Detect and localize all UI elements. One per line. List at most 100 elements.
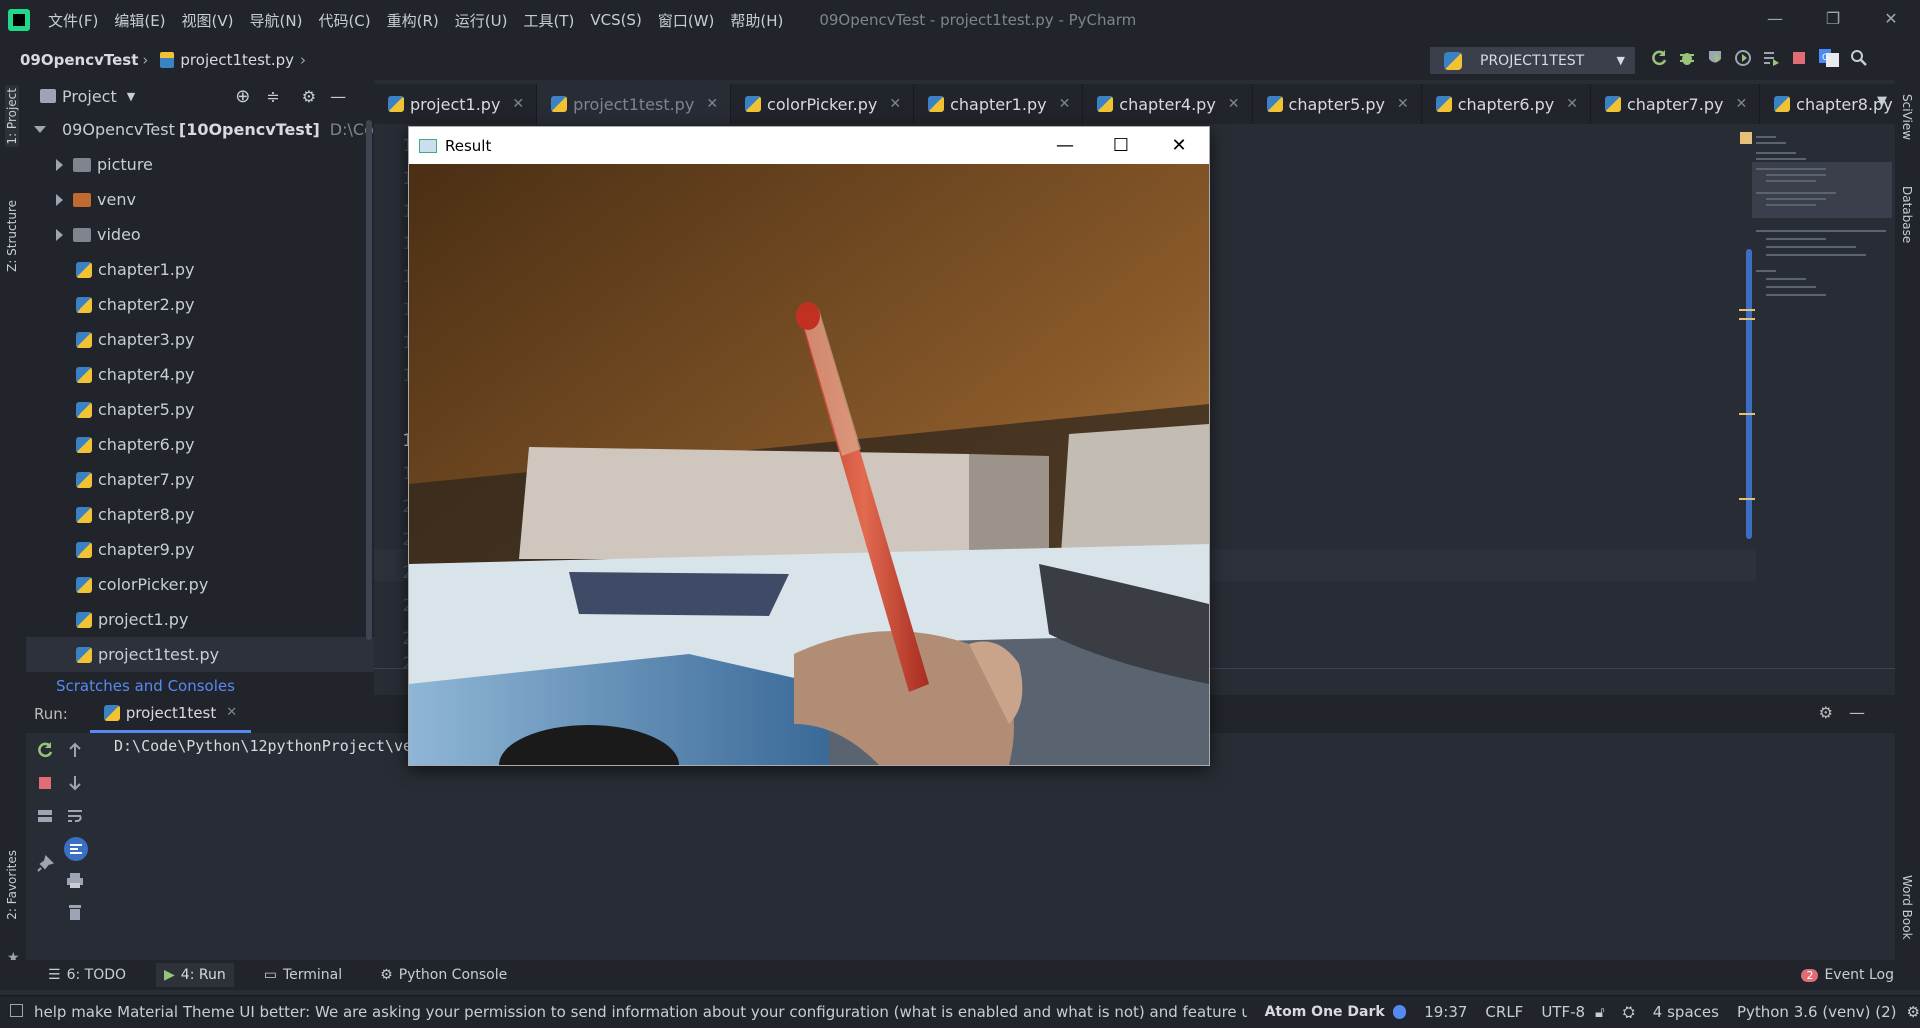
result-minimize-button[interactable]: — [1037, 127, 1093, 164]
run-bottom-tab[interactable]: ▶ 4: Run [156, 963, 234, 987]
menu-vcs[interactable]: VCS(S) [582, 11, 649, 29]
breadcrumb-file[interactable]: project1test.py [152, 51, 294, 69]
favorites-tool-tab[interactable]: 2: Favorites [5, 850, 19, 920]
menu-run[interactable]: 运行(U) [447, 10, 516, 31]
collapse-all-icon[interactable]: ≑ [266, 87, 279, 106]
restore-button[interactable]: ❐ [1804, 0, 1862, 40]
lock-icon[interactable]: 🔓︎ [1595, 1003, 1605, 1021]
soft-wrap-icon[interactable] [66, 807, 84, 825]
wordbook-tool-tab[interactable]: Word Book [1900, 875, 1914, 940]
result-window-titlebar[interactable]: Result — ☐ ✕ [409, 127, 1209, 164]
todo-tab[interactable]: ☰ 6: TODO [40, 963, 134, 987]
status-message[interactable]: help make Material Theme UI better: We a… [34, 1003, 1247, 1021]
code-minimap[interactable] [1752, 130, 1892, 300]
breadcrumb-project[interactable]: 09OpencvTest [20, 51, 138, 69]
rerun-icon[interactable] [1650, 49, 1668, 67]
structure-tool-tab[interactable]: Z: Structure [5, 200, 19, 272]
close-tab-icon[interactable]: ✕ [1566, 96, 1578, 112]
tree-file[interactable]: chapter1.py [26, 252, 374, 287]
profile-icon[interactable] [1734, 49, 1752, 67]
chevron-down-icon[interactable]: ▼ [127, 90, 135, 103]
pin-icon[interactable] [36, 855, 54, 873]
menu-navigate[interactable]: 导航(N) [242, 10, 311, 31]
run-configuration-select[interactable]: PROJECT1TEST ▼ [1430, 47, 1635, 74]
expand-arrow-icon[interactable] [34, 126, 46, 133]
close-tab-icon[interactable]: ✕ [512, 96, 524, 112]
run-tab-project1test[interactable]: project1test ✕ [89, 695, 252, 733]
caret-position[interactable]: 19:37 [1424, 1003, 1467, 1021]
tab-chapter7[interactable]: chapter7.py ✕ [1591, 84, 1761, 124]
project-scrollbar[interactable] [366, 120, 372, 640]
build-icon[interactable] [1762, 49, 1780, 67]
warning-marker-icon[interactable] [1740, 132, 1752, 144]
tree-root[interactable]: 09OpencvTest [10OpencvTest] D:\Code\ [26, 112, 374, 147]
tree-file[interactable]: chapter2.py [26, 287, 374, 322]
project-tool-tab[interactable]: 1: Project [5, 86, 19, 147]
tree-file[interactable]: chapter6.py [26, 427, 374, 462]
line-separator[interactable]: CRLF [1485, 1003, 1523, 1021]
tree-file[interactable]: chapter8.py [26, 497, 374, 532]
stop-icon[interactable] [36, 774, 54, 792]
tab-chapter8[interactable]: chapter8.py✕ [1760, 84, 1895, 124]
print-icon[interactable] [66, 871, 84, 889]
tree-file[interactable]: chapter3.py [26, 322, 374, 357]
expand-arrow-icon[interactable] [56, 193, 63, 206]
theme-indicator[interactable]: Atom One Dark [1265, 1004, 1385, 1020]
close-window-button[interactable]: ✕ [1862, 0, 1920, 40]
event-log-tab[interactable]: 2 Event Log [1793, 963, 1902, 987]
menu-view[interactable]: 视图(V) [174, 10, 242, 31]
coverage-icon[interactable] [1706, 49, 1724, 67]
locate-icon[interactable]: ⊕ [235, 86, 250, 107]
tab-chapter5[interactable]: chapter5.py ✕ [1253, 84, 1422, 124]
tree-file-selected[interactable]: project1test.py [26, 637, 374, 672]
tab-chapter6[interactable]: chapter6.py ✕ [1422, 84, 1591, 124]
gear-icon[interactable]: ⚙ [1819, 703, 1833, 722]
scroll-to-end-icon[interactable] [64, 837, 88, 861]
menu-code[interactable]: 代码(C) [310, 10, 378, 31]
menu-tools[interactable]: 工具(T) [515, 10, 582, 31]
menu-refactor[interactable]: 重构(R) [379, 10, 447, 31]
menu-edit[interactable]: 编辑(E) [106, 10, 173, 31]
tree-folder[interactable]: picture [26, 147, 374, 182]
file-encoding[interactable]: UTF-8 [1541, 1003, 1585, 1021]
close-tab-icon[interactable]: ✕ [226, 705, 237, 720]
debug-icon[interactable] [1678, 49, 1696, 67]
terminal-tab[interactable]: ▭ Terminal [256, 963, 350, 987]
hide-panel-icon[interactable]: — [1849, 703, 1865, 722]
tree-folder[interactable]: venv [26, 182, 374, 217]
project-panel-title[interactable]: Project [62, 87, 117, 106]
tree-file[interactable]: project1.py [26, 602, 374, 637]
expand-arrow-icon[interactable] [56, 228, 63, 241]
panel-toggle-icon[interactable] [10, 1004, 23, 1017]
minimize-button[interactable]: — [1746, 0, 1804, 40]
close-tab-icon[interactable]: ✕ [1735, 96, 1747, 112]
console-output[interactable]: D:\Code\Python\12pythonProject\ve [114, 737, 412, 755]
tree-file[interactable]: chapter7.py [26, 462, 374, 497]
sciview-tool-tab[interactable]: SciView [1900, 94, 1914, 140]
close-tab-icon[interactable]: ✕ [889, 96, 901, 112]
close-tab-icon[interactable]: ✕ [1397, 96, 1409, 112]
settings-icon[interactable]: ⚙ [1907, 1003, 1920, 1021]
translate-icon[interactable]: G [1818, 48, 1840, 68]
menu-help[interactable]: 帮助(H) [722, 10, 791, 31]
minimap-viewport[interactable] [1752, 162, 1892, 218]
result-maximize-button[interactable]: ☐ [1093, 127, 1149, 164]
interpreter-setting[interactable]: Python 3.6 (venv) (2) [1737, 1003, 1897, 1021]
indent-setting[interactable]: 4 spaces [1653, 1003, 1719, 1021]
tab-colorpicker[interactable]: colorPicker.py ✕ [731, 84, 915, 124]
tab-project1test[interactable]: project1test.py ✕ [537, 84, 732, 124]
arrow-down-icon[interactable] [66, 774, 84, 792]
gear-icon[interactable]: ⚙ [302, 87, 316, 106]
result-window[interactable]: Result — ☐ ✕ [408, 126, 1210, 766]
tab-chapter4[interactable]: chapter4.py ✕ [1083, 84, 1253, 124]
close-tab-icon[interactable]: ✕ [1059, 96, 1071, 112]
chevron-down-icon[interactable]: ▼ [1877, 94, 1887, 109]
tab-chapter1[interactable]: chapter1.py ✕ [914, 84, 1084, 124]
menu-window[interactable]: 窗口(W) [650, 10, 723, 31]
hide-panel-icon[interactable]: — [330, 87, 346, 106]
close-tab-icon[interactable]: ✕ [706, 96, 718, 112]
inspection-icon[interactable]: ⛭ [1623, 1003, 1635, 1021]
tree-file[interactable]: colorPicker.py [26, 567, 374, 602]
result-close-button[interactable]: ✕ [1151, 127, 1207, 164]
menu-file[interactable]: 文件(F) [40, 10, 106, 31]
